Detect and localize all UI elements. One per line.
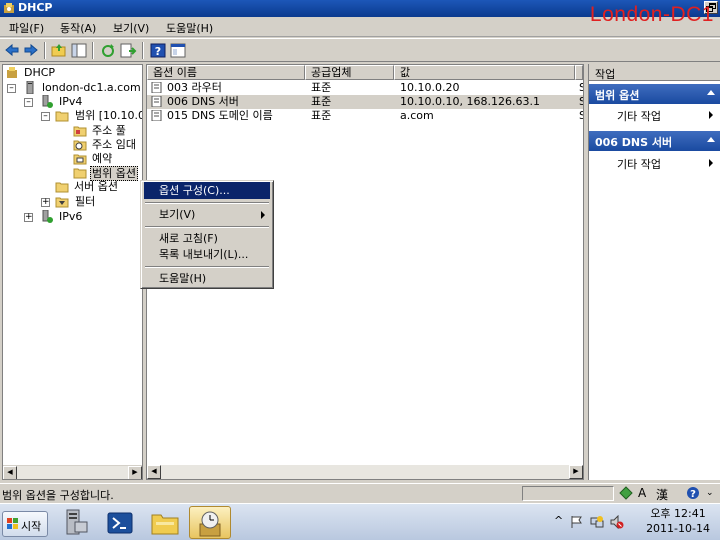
taskbar: 시작 ^ 오후 12:41 2011-10-14 bbox=[0, 503, 720, 540]
scroll-left-icon[interactable]: ◀ bbox=[147, 465, 161, 479]
actions-section-dns-server[interactable]: 006 DNS 서버 bbox=[589, 131, 720, 151]
collapse-icon[interactable]: – bbox=[7, 84, 16, 93]
taskbar-powershell[interactable] bbox=[100, 506, 142, 539]
ipv4-icon bbox=[42, 95, 53, 108]
menu-item-configure-options[interactable]: 옵션 구성(C)... bbox=[144, 182, 270, 199]
taskbar-server-manager[interactable] bbox=[56, 506, 98, 539]
status-panel bbox=[522, 486, 614, 501]
forward-arrow-icon[interactable] bbox=[22, 42, 40, 59]
dhcp-app-icon bbox=[4, 3, 14, 13]
back-arrow-icon[interactable] bbox=[3, 42, 21, 59]
status-text: 범위 옵션을 구성합니다. bbox=[2, 489, 114, 502]
collapse-icon[interactable]: – bbox=[41, 112, 50, 121]
network-icon[interactable] bbox=[590, 515, 604, 529]
scroll-right-icon[interactable]: ▶ bbox=[128, 466, 142, 479]
menu-item-export-list[interactable]: 목록 내보내기(L)... bbox=[144, 246, 270, 263]
status-bar: 범위 옵션을 구성합니다. A 漢 ? ⌄ bbox=[0, 483, 720, 502]
watermark-label: London-DC1 bbox=[589, 3, 714, 26]
scope-folder-icon bbox=[55, 111, 69, 122]
more-actions-dns-server[interactable]: 기타 작업 bbox=[617, 156, 713, 172]
windows-flag-icon bbox=[7, 518, 18, 529]
actions-header: 작업 bbox=[589, 64, 720, 81]
actions-pane: 작업 범위 옵션 기타 작업 006 DNS 서버 기타 작업 bbox=[588, 64, 720, 480]
clock-time: 오후 12:41 bbox=[650, 507, 706, 520]
collapse-caret-icon[interactable] bbox=[707, 90, 715, 95]
clock-date: 2011-10-14 bbox=[646, 522, 710, 535]
dhcp-taskbar-icon bbox=[199, 511, 221, 537]
dhcp-root-icon bbox=[7, 67, 17, 78]
menu-separator bbox=[145, 226, 269, 228]
scroll-right-icon[interactable]: ▶ bbox=[569, 465, 583, 479]
server-icon bbox=[26, 81, 34, 94]
scroll-left-icon[interactable]: ◀ bbox=[3, 466, 17, 479]
address-lease-icon bbox=[73, 140, 87, 151]
help-circle-icon[interactable]: ? bbox=[686, 486, 700, 500]
flag-icon[interactable] bbox=[570, 515, 584, 529]
ime-icon[interactable] bbox=[619, 486, 633, 500]
server-manager-icon bbox=[66, 509, 88, 535]
menu-item-refresh[interactable]: 새로 고침(F) bbox=[144, 230, 270, 247]
powershell-icon bbox=[107, 512, 133, 534]
menu-view[interactable]: 보기(V) bbox=[113, 20, 149, 36]
clock[interactable]: 오후 12:41 2011-10-14 bbox=[646, 506, 710, 536]
option-doc-icon bbox=[151, 82, 162, 93]
export-list-icon[interactable] bbox=[119, 42, 137, 59]
option-doc-icon bbox=[151, 110, 162, 121]
show-hide-tree-icon[interactable] bbox=[70, 42, 88, 59]
svg-text:?: ? bbox=[155, 45, 161, 58]
collapse-caret-icon[interactable] bbox=[707, 137, 715, 142]
up-folder-icon[interactable] bbox=[50, 42, 68, 59]
volume-muted-icon[interactable] bbox=[610, 515, 624, 529]
show-hidden-icons-icon[interactable]: ^ bbox=[554, 514, 563, 527]
console-tree: DHCP – london-dc1.a.com – IPv4 – 범위 [10.… bbox=[2, 64, 143, 480]
menu-separator bbox=[145, 266, 269, 268]
list-header: 옵션 이름 공급업체 값 bbox=[147, 65, 583, 80]
menu-item-help[interactable]: 도움말(H) bbox=[144, 270, 270, 287]
reservations-icon bbox=[73, 154, 87, 165]
context-menu: 옵션 구성(C)... 보기(V) 새로 고침(F) 목록 내보내기(L)...… bbox=[140, 180, 274, 289]
option-doc-icon bbox=[151, 96, 162, 107]
properties-icon[interactable] bbox=[169, 42, 187, 59]
menu-help[interactable]: 도움말(H) bbox=[166, 20, 213, 36]
submenu-arrow-icon bbox=[261, 211, 265, 219]
ime-hanja[interactable]: 漢 bbox=[656, 486, 668, 503]
tree-horizontal-scrollbar[interactable]: ◀ ▶ bbox=[3, 465, 142, 479]
ime-mode[interactable]: A bbox=[638, 486, 646, 500]
start-button[interactable]: 시작 bbox=[2, 511, 48, 537]
expand-icon[interactable]: + bbox=[41, 198, 50, 207]
toolbar: ? bbox=[0, 38, 720, 62]
help-icon[interactable]: ? bbox=[149, 42, 167, 59]
more-actions-scope-options[interactable]: 기타 작업 bbox=[617, 108, 713, 124]
ime-options-icon[interactable]: ⌄ bbox=[706, 488, 714, 498]
svg-text:?: ? bbox=[690, 489, 696, 500]
list-row-router[interactable]: 003 라우터 표준 10.10.0.20 S bbox=[147, 81, 583, 95]
filters-icon bbox=[55, 197, 69, 208]
menu-item-view[interactable]: 보기(V) bbox=[144, 206, 270, 223]
server-options-icon bbox=[55, 182, 69, 193]
expand-icon[interactable]: + bbox=[24, 213, 33, 222]
submenu-arrow-icon bbox=[709, 159, 713, 167]
column-option-name[interactable]: 옵션 이름 bbox=[147, 65, 305, 80]
list-row-dns-domain[interactable]: 015 DNS 도메인 이름 표준 a.com S bbox=[147, 109, 583, 123]
list-horizontal-scrollbar[interactable]: ◀ ▶ bbox=[147, 465, 583, 479]
taskbar-dhcp[interactable] bbox=[189, 506, 231, 539]
window-title: DHCP bbox=[18, 1, 53, 14]
column-vendor[interactable]: 공급업체 bbox=[305, 65, 394, 80]
column-overflow[interactable] bbox=[575, 65, 583, 80]
submenu-arrow-icon bbox=[709, 111, 713, 119]
taskbar-explorer[interactable] bbox=[145, 506, 187, 539]
column-value[interactable]: 값 bbox=[394, 65, 575, 80]
scope-options-icon bbox=[73, 168, 87, 179]
menu-action[interactable]: 동작(A) bbox=[60, 20, 96, 36]
menu-separator bbox=[145, 202, 269, 204]
ipv6-icon bbox=[42, 210, 53, 223]
list-row-dns-server[interactable]: 006 DNS 서버 표준 10.10.0.10, 168.126.63.1 S bbox=[147, 95, 583, 109]
menu-file[interactable]: 파일(F) bbox=[9, 20, 44, 36]
collapse-icon[interactable]: – bbox=[24, 98, 33, 107]
refresh-icon[interactable] bbox=[99, 42, 117, 59]
system-tray: ^ 오후 12:41 2011-10-14 bbox=[550, 504, 720, 540]
address-pool-icon bbox=[73, 126, 87, 137]
actions-section-scope-options[interactable]: 범위 옵션 bbox=[589, 84, 720, 104]
folder-icon bbox=[151, 514, 179, 535]
